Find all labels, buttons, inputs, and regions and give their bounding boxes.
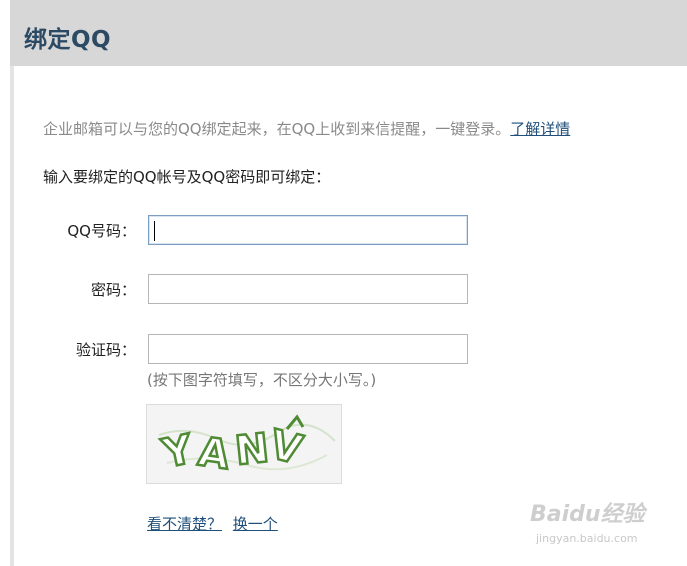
captcha-input[interactable] bbox=[148, 334, 468, 364]
instruction-text: 输入要绑定的QQ帐号及QQ密码即可绑定： bbox=[43, 168, 331, 186]
captcha-image[interactable]: Y A N V bbox=[146, 404, 342, 484]
unclear-link[interactable]: 看不清楚？ bbox=[147, 515, 222, 533]
intro-text: 企业邮箱可以与您的QQ绑定起来，在QQ上收到来信提醒，一键登录。了解详情 bbox=[43, 118, 570, 139]
learn-more-link[interactable]: 了解详情 bbox=[510, 120, 570, 138]
page-header: 绑定QQ bbox=[10, 0, 687, 66]
captcha-refresh-links: 看不清楚？ 换一个 bbox=[147, 513, 278, 534]
password-label: 密码： bbox=[90, 281, 136, 299]
watermark-url: jingyan.baidu.com bbox=[536, 532, 638, 545]
svg-text:N: N bbox=[233, 425, 271, 474]
text-caret bbox=[154, 221, 155, 241]
svg-text:A: A bbox=[195, 429, 232, 479]
qq-binding-page: 绑定QQ 企业邮箱可以与您的QQ绑定起来，在QQ上收到来信提醒，一键登录。了解详… bbox=[0, 0, 687, 566]
intro-description: 企业邮箱可以与您的QQ绑定起来，在QQ上收到来信提醒，一键登录。 bbox=[43, 120, 511, 138]
baidu-watermark: Baidu经验 jingyan.baidu.com bbox=[530, 496, 680, 552]
password-input[interactable] bbox=[148, 274, 468, 304]
page-title: 绑定QQ bbox=[24, 27, 112, 53]
qq-number-label: QQ号码： bbox=[67, 222, 136, 240]
captcha-label: 验证码： bbox=[75, 341, 136, 359]
captcha-graphic: Y A N V bbox=[147, 405, 341, 483]
watermark-logo: Baidu经验 bbox=[530, 502, 645, 527]
captcha-hint: (按下图字符填写，不区分大小写。) bbox=[147, 371, 377, 389]
qq-number-input[interactable] bbox=[148, 215, 468, 245]
refresh-captcha-link[interactable]: 换一个 bbox=[233, 515, 278, 533]
panel-left-border bbox=[10, 66, 14, 566]
